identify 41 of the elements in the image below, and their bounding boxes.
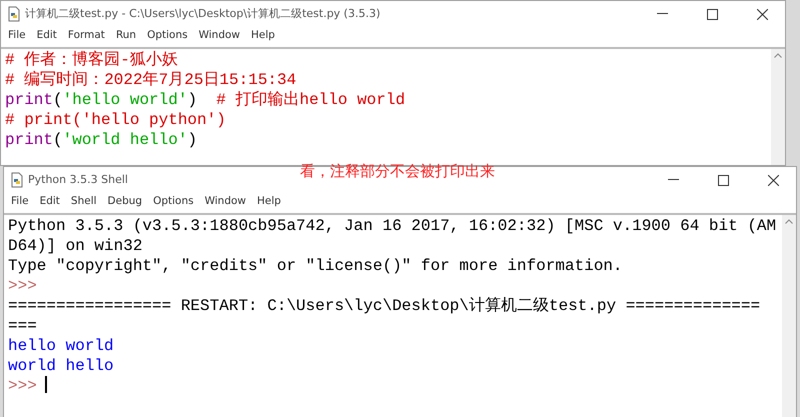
annotation-text: 看，注释部分不会被打印出来 <box>300 161 495 182</box>
menu-item[interactable]: Run <box>116 28 136 44</box>
python-file-icon <box>10 172 24 188</box>
shell-output: D64)] on win32 <box>8 236 142 255</box>
scroll-up-icon[interactable] <box>774 52 782 58</box>
shell-output: Python 3.5.3 (v3.5.3:1880cb95a742, Jan 16 2017, 16:02:32) [MSC v.1900 64 bit (AM <box>8 216 776 235</box>
shell-output: hello world <box>8 336 114 355</box>
window-title: 计算机二级test.py - C:\Users\lyc\Desktop\计算机二级test.py (3.5.3) <box>25 6 380 22</box>
menu-item[interactable]: Options <box>147 28 188 44</box>
shell-prompt: >>> <box>8 376 37 395</box>
shell-output: world hello <box>8 356 114 375</box>
minimize-icon[interactable] <box>656 13 668 15</box>
menu-item[interactable]: Shell <box>70 194 97 210</box>
code-line: print('hello world') # 打印输出hello world <box>5 90 406 110</box>
menu-item[interactable]: Help <box>251 28 275 44</box>
menu-item[interactable]: File <box>11 194 29 210</box>
maximize-icon[interactable] <box>706 8 718 20</box>
menu-item[interactable]: Help <box>257 194 281 210</box>
menu-item[interactable]: Window <box>198 28 240 44</box>
window-title: Python 3.5.3 Shell <box>28 172 128 188</box>
menu-item[interactable]: Debug <box>108 194 142 210</box>
close-icon[interactable] <box>756 8 768 20</box>
code-line: # print('hello python') <box>5 110 227 130</box>
code-line: print('world hello') <box>5 130 198 150</box>
menu-item[interactable]: File <box>8 28 26 44</box>
menu-item[interactable]: Edit <box>40 194 60 210</box>
menu-item[interactable]: Options <box>153 194 194 210</box>
maximize-icon[interactable] <box>718 174 728 186</box>
shell-prompt: >>> <box>8 276 37 295</box>
menu-item[interactable]: Format <box>68 28 105 44</box>
menu-item[interactable]: Edit <box>36 28 57 44</box>
minimize-icon[interactable] <box>668 179 678 181</box>
code-line: # 作者：博客园-狐小妖 <box>5 50 179 70</box>
shell-output: Type "copyright", "credits" or "license()" for more information. <box>8 256 622 275</box>
shell-output: === <box>8 316 37 335</box>
code-line: # 编写时间：2022年7月25日15:15:34 <box>5 70 298 90</box>
python-file-icon <box>7 6 21 22</box>
shell-output: ================= RESTART: C:\Users\lyc\Desktop\计算机二级test.py ============== <box>8 296 760 315</box>
close-icon[interactable] <box>768 174 778 186</box>
scroll-up-icon[interactable] <box>785 218 793 224</box>
menu-item[interactable]: Window <box>204 194 246 210</box>
